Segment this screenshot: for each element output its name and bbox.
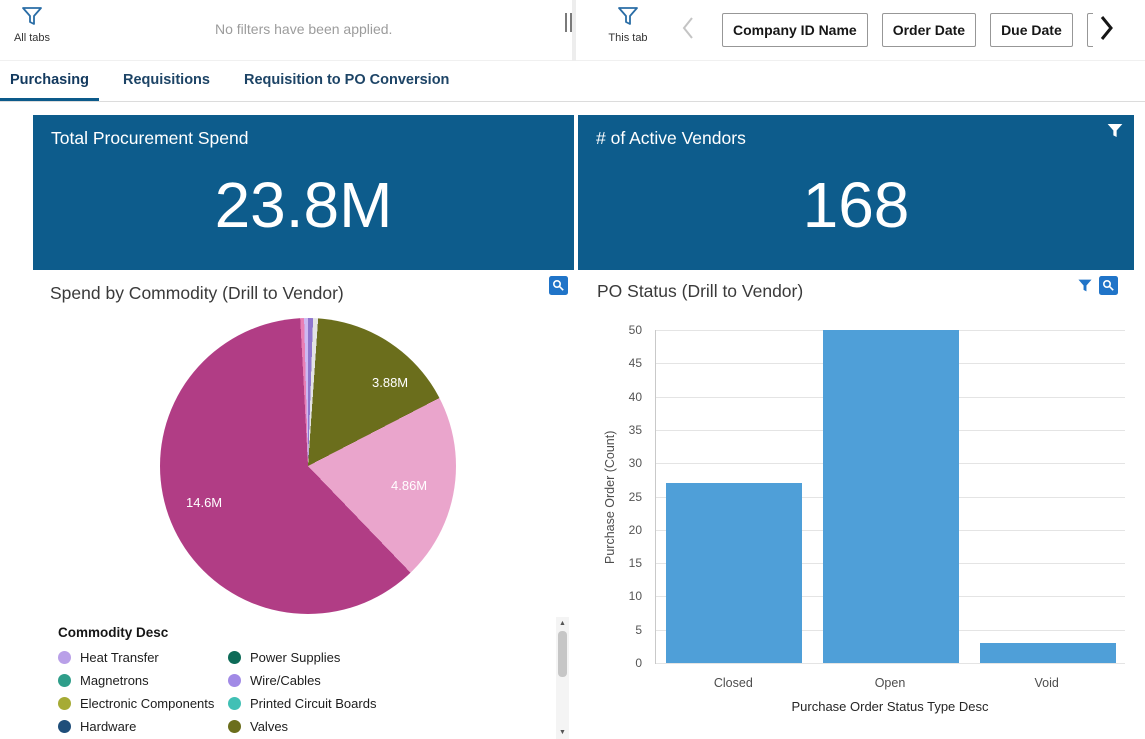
triangle-up-icon[interactable]: ▲ bbox=[556, 620, 569, 627]
y-tick-label: 5 bbox=[610, 623, 642, 637]
triangle-down-icon[interactable]: ▼ bbox=[556, 729, 569, 736]
filter-chip-order-date[interactable]: Order Date bbox=[882, 13, 976, 47]
legend-item-hardware[interactable]: Hardware bbox=[58, 715, 228, 738]
x-axis-ticks: ClosedOpenVoid bbox=[655, 676, 1125, 690]
filter-funnel-icon bbox=[617, 13, 639, 30]
legend-label: Hardware bbox=[80, 719, 136, 734]
kpi-title: # of Active Vendors bbox=[596, 128, 746, 149]
legend-scrollbar[interactable]: ▲ ▼ bbox=[556, 617, 569, 739]
pie-slice-label: 4.86M bbox=[391, 478, 427, 493]
legend-item-magnetrons[interactable]: Magnetrons bbox=[58, 669, 228, 692]
legend-title: Commodity Desc bbox=[58, 625, 168, 640]
legend-label: Electronic Components bbox=[80, 696, 214, 711]
explore-magnifier-icon[interactable] bbox=[1099, 276, 1118, 295]
y-tick-label: 25 bbox=[610, 490, 642, 504]
legend-swatch bbox=[58, 674, 71, 687]
filter-chip-company-id-name[interactable]: Company ID Name bbox=[722, 13, 868, 47]
y-tick-label: 15 bbox=[610, 556, 642, 570]
pie-chart[interactable] bbox=[160, 318, 456, 614]
chevron-right-icon[interactable] bbox=[1097, 13, 1115, 48]
legend-item-wire-cables[interactable]: Wire/Cables bbox=[228, 669, 428, 692]
legend-item-electronic-components[interactable]: Electronic Components bbox=[58, 692, 228, 715]
kpi-total-procurement-spend[interactable]: Total Procurement Spend 23.8M bbox=[33, 115, 574, 270]
gridline bbox=[656, 663, 1125, 664]
tab-purchasing[interactable]: Purchasing bbox=[0, 62, 99, 101]
legend-item-valves[interactable]: Valves bbox=[228, 715, 428, 738]
splitter-handle[interactable] bbox=[565, 13, 572, 32]
y-tick-label: 0 bbox=[610, 656, 642, 670]
x-tick-label: Closed bbox=[655, 676, 812, 690]
scrollbar-thumb[interactable] bbox=[558, 631, 567, 677]
chevron-left-icon[interactable] bbox=[681, 15, 695, 46]
all-tabs-filter-button[interactable]: All tabs bbox=[0, 6, 64, 44]
legend-label: Power Supplies bbox=[250, 650, 340, 665]
kpi-active-vendors[interactable]: # of Active Vendors 168 bbox=[578, 115, 1134, 270]
y-tick-label: 30 bbox=[610, 456, 642, 470]
filter-chips: Company ID Name Order Date Due Date V bbox=[722, 13, 1093, 47]
y-tick-label: 10 bbox=[610, 589, 642, 603]
x-tick-label: Void bbox=[968, 676, 1125, 690]
this-tab-filter-button[interactable]: This tab bbox=[596, 6, 660, 44]
x-tick-label: Open bbox=[812, 676, 969, 690]
pie-widget-title: Spend by Commodity (Drill to Vendor) bbox=[50, 283, 344, 304]
tab-requisitions[interactable]: Requisitions bbox=[113, 62, 220, 101]
panel-divider bbox=[572, 0, 576, 61]
bar-widget-title: PO Status (Drill to Vendor) bbox=[597, 281, 803, 302]
bar-closed[interactable] bbox=[666, 483, 802, 663]
legend-swatch bbox=[228, 720, 241, 733]
legend-label: Valves bbox=[250, 719, 288, 734]
tab-requisition-to-po-conversion[interactable]: Requisition to PO Conversion bbox=[234, 62, 459, 101]
legend-label: Heat Transfer bbox=[80, 650, 159, 665]
bar-void[interactable] bbox=[980, 643, 1116, 663]
legend-swatch bbox=[228, 674, 241, 687]
pie-slice-label: 3.88M bbox=[372, 375, 408, 390]
legend-label: Printed Circuit Boards bbox=[250, 696, 376, 711]
y-axis-ticks: 05101520253035404550 bbox=[616, 330, 648, 664]
legend-label: Magnetrons bbox=[80, 673, 149, 688]
legend-swatch bbox=[58, 720, 71, 733]
filter-chip-v[interactable]: V bbox=[1087, 13, 1093, 47]
filter-funnel-icon bbox=[21, 13, 43, 30]
legend-item-printed-circuit-boards[interactable]: Printed Circuit Boards bbox=[228, 692, 428, 715]
legend-swatch bbox=[58, 697, 71, 710]
y-tick-label: 50 bbox=[610, 323, 642, 337]
legend-swatch bbox=[228, 697, 241, 710]
pie-slice-label: 14.6M bbox=[186, 495, 222, 510]
kpi-value: 23.8M bbox=[33, 173, 574, 237]
legend-label: Wire/Cables bbox=[250, 673, 321, 688]
y-tick-label: 45 bbox=[610, 356, 642, 370]
tab-bar: Purchasing Requisitions Requisition to PO … bbox=[0, 62, 1145, 102]
kpi-title: Total Procurement Spend bbox=[51, 128, 248, 149]
y-tick-label: 35 bbox=[610, 423, 642, 437]
y-tick-label: 20 bbox=[610, 523, 642, 537]
kpi-value: 168 bbox=[578, 173, 1134, 237]
this-tab-label: This tab bbox=[596, 32, 660, 44]
filter-bar: All tabs No filters have been applied. T… bbox=[0, 0, 1145, 61]
explore-magnifier-icon[interactable] bbox=[549, 276, 568, 295]
legend-swatch bbox=[58, 651, 71, 664]
no-filters-message: No filters have been applied. bbox=[215, 21, 392, 37]
bar-plot bbox=[655, 330, 1125, 664]
filter-chip-due-date[interactable]: Due Date bbox=[990, 13, 1073, 47]
y-tick-label: 40 bbox=[610, 390, 642, 404]
filter-funnel-icon-small[interactable] bbox=[1077, 278, 1093, 293]
legend-swatch bbox=[228, 651, 241, 664]
pie-legend: Heat Transfer Magnetrons Electronic Compon… bbox=[58, 646, 428, 738]
x-axis-title: Purchase Order Status Type Desc bbox=[655, 699, 1125, 714]
bar-open[interactable] bbox=[823, 330, 959, 663]
filter-funnel-icon-white[interactable] bbox=[1106, 122, 1124, 144]
all-tabs-label: All tabs bbox=[0, 32, 64, 44]
legend-item-power-supplies[interactable]: Power Supplies bbox=[228, 646, 428, 669]
legend-item-heat-transfer[interactable]: Heat Transfer bbox=[58, 646, 228, 669]
